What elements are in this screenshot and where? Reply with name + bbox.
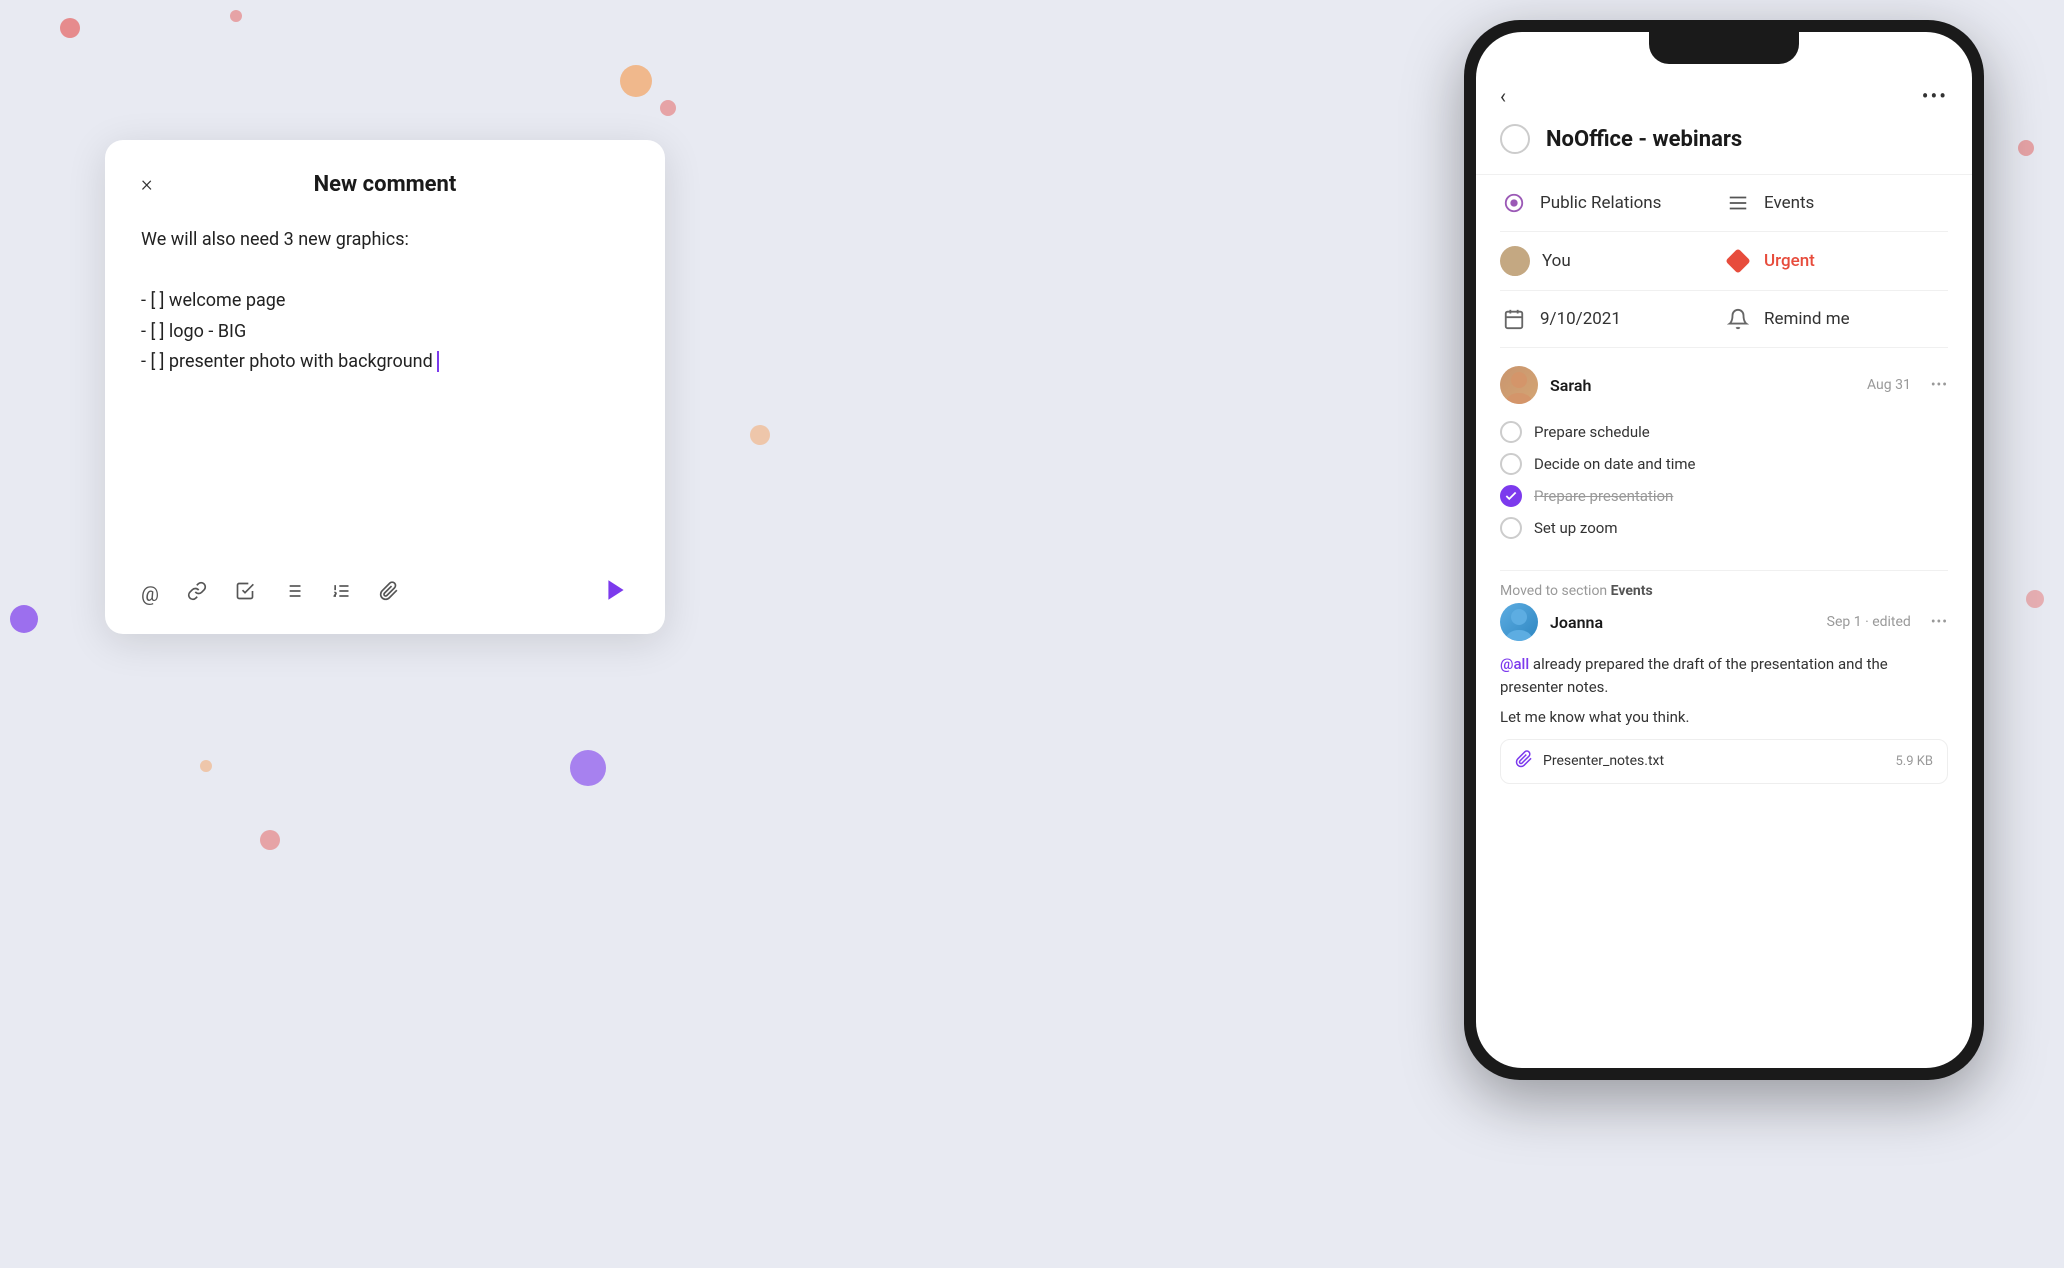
check-item-3[interactable]: Prepare presentation: [1500, 480, 1948, 512]
meta-row-assignee: You Urgent: [1500, 232, 1948, 291]
check-item-2[interactable]: Decide on date and time: [1500, 448, 1948, 480]
phone-notch: [1649, 32, 1799, 64]
check-text-1: Prepare schedule: [1534, 423, 1650, 441]
moved-label: Moved to section Events: [1476, 571, 1972, 603]
calendar-icon: [1500, 305, 1528, 333]
meta-right-category: Events: [1724, 189, 1948, 217]
sarah-header: Sarah Aug 31 •••: [1500, 366, 1948, 404]
joanna-text2: Let me know what you think.: [1500, 706, 1948, 729]
joanna-comment: Joanna Sep 1 · edited ••• @all already p…: [1476, 603, 1972, 800]
more-button[interactable]: •••: [1922, 84, 1948, 108]
mention-button[interactable]: @: [141, 582, 159, 606]
send-button[interactable]: [603, 577, 629, 610]
joanna-name: Joanna: [1550, 613, 1603, 632]
check-text-2: Decide on date and time: [1534, 455, 1695, 473]
meta-left-assignee: You: [1500, 246, 1724, 276]
comments-section: Sarah Aug 31 ••• Prepare schedule D: [1476, 348, 1972, 571]
phone-screen: ‹ ••• NoOffice - webinars: [1476, 32, 1972, 1068]
check-item-4[interactable]: Set up zoom: [1500, 512, 1948, 544]
assignee-label[interactable]: You: [1542, 251, 1571, 271]
check-circle-2[interactable]: [1500, 453, 1522, 475]
dialog-header: × New comment: [141, 172, 629, 197]
meta-row-section: Public Relations Events: [1500, 175, 1948, 232]
section-icon: [1500, 189, 1528, 217]
decorative-dot: [570, 750, 606, 786]
checklist-button[interactable]: [235, 581, 255, 606]
dialog-toolbar: @: [141, 577, 629, 610]
mention-all: @all: [1500, 655, 1529, 673]
decorative-dot: [200, 760, 212, 772]
comment-dialog: × New comment We will also need 3 new gr…: [105, 140, 665, 634]
priority-icon: [1724, 247, 1752, 275]
check-text-3: Prepare presentation: [1534, 487, 1673, 505]
phone-header: ‹ •••: [1476, 68, 1972, 116]
task-title-row: NoOffice - webinars: [1476, 116, 1972, 174]
sarah-time: Aug 31: [1867, 377, 1911, 393]
attachment[interactable]: Presenter_notes.txt 5.9 KB: [1500, 739, 1948, 784]
section-label[interactable]: Public Relations: [1540, 193, 1661, 213]
ordered-list-button[interactable]: [331, 581, 351, 606]
dialog-body[interactable]: We will also need 3 new graphics: - [ ] …: [141, 225, 629, 545]
joanna-time: Sep 1 · edited: [1827, 614, 1911, 630]
meta-left-date: 9/10/2021: [1500, 305, 1724, 333]
meta-section: Public Relations Events: [1476, 174, 1972, 348]
decorative-dot: [2018, 140, 2034, 156]
priority-label[interactable]: Urgent: [1764, 251, 1815, 271]
decorative-dot: [60, 18, 80, 38]
remind-icon: [1724, 305, 1752, 333]
joanna-more[interactable]: •••: [1931, 614, 1948, 630]
task-title: NoOffice - webinars: [1546, 127, 1742, 152]
meta-right-priority: Urgent: [1724, 247, 1948, 275]
assignee-avatar: [1500, 246, 1530, 276]
decorative-dot: [260, 830, 280, 850]
check-circle-4[interactable]: [1500, 517, 1522, 539]
check-circle-1[interactable]: [1500, 421, 1522, 443]
decorative-dot: [660, 100, 676, 116]
attachment-button[interactable]: [379, 581, 399, 606]
comment-sarah: Sarah Aug 31 ••• Prepare schedule D: [1500, 348, 1948, 571]
sarah-checklist: Prepare schedule Decide on date and time: [1500, 416, 1948, 544]
remind-label[interactable]: Remind me: [1764, 309, 1850, 329]
sarah-name: Sarah: [1550, 376, 1591, 395]
attachment-icon: [1515, 750, 1533, 773]
decorative-dot: [2026, 590, 2044, 608]
moved-section: Events: [1611, 583, 1653, 599]
check-text-4: Set up zoom: [1534, 519, 1618, 537]
list-button[interactable]: [283, 581, 303, 606]
phone-wrapper: ‹ ••• NoOffice - webinars: [1464, 20, 1984, 1080]
decorative-dot: [750, 425, 770, 445]
decorative-dot: [620, 65, 652, 97]
joanna-header: Joanna Sep 1 · edited •••: [1500, 603, 1948, 641]
due-date-label[interactable]: 9/10/2021: [1540, 309, 1621, 329]
joanna-text: @all already prepared the draft of the p…: [1500, 653, 1948, 698]
decorative-dot: [10, 605, 38, 633]
back-button[interactable]: ‹: [1500, 84, 1506, 108]
attachment-name: Presenter_notes.txt: [1543, 753, 1885, 769]
sarah-more[interactable]: •••: [1931, 377, 1948, 393]
close-button[interactable]: ×: [141, 172, 153, 197]
link-button[interactable]: [187, 581, 207, 606]
category-label[interactable]: Events: [1764, 193, 1814, 213]
decorative-dot: [230, 10, 242, 22]
check-item-1[interactable]: Prepare schedule: [1500, 416, 1948, 448]
check-circle-3[interactable]: [1500, 485, 1522, 507]
category-icon: [1724, 189, 1752, 217]
sarah-avatar: [1500, 366, 1538, 404]
task-checkbox[interactable]: [1500, 124, 1530, 154]
attachment-size: 5.9 KB: [1895, 754, 1933, 769]
meta-right-remind: Remind me: [1724, 305, 1948, 333]
meta-left-section: Public Relations: [1500, 189, 1724, 217]
phone-shell: ‹ ••• NoOffice - webinars: [1464, 20, 1984, 1080]
meta-row-date: 9/10/2021 Remind me: [1500, 291, 1948, 348]
dialog-title: New comment: [314, 172, 457, 197]
joanna-avatar: [1500, 603, 1538, 641]
phone-content[interactable]: ‹ ••• NoOffice - webinars: [1476, 68, 1972, 1068]
